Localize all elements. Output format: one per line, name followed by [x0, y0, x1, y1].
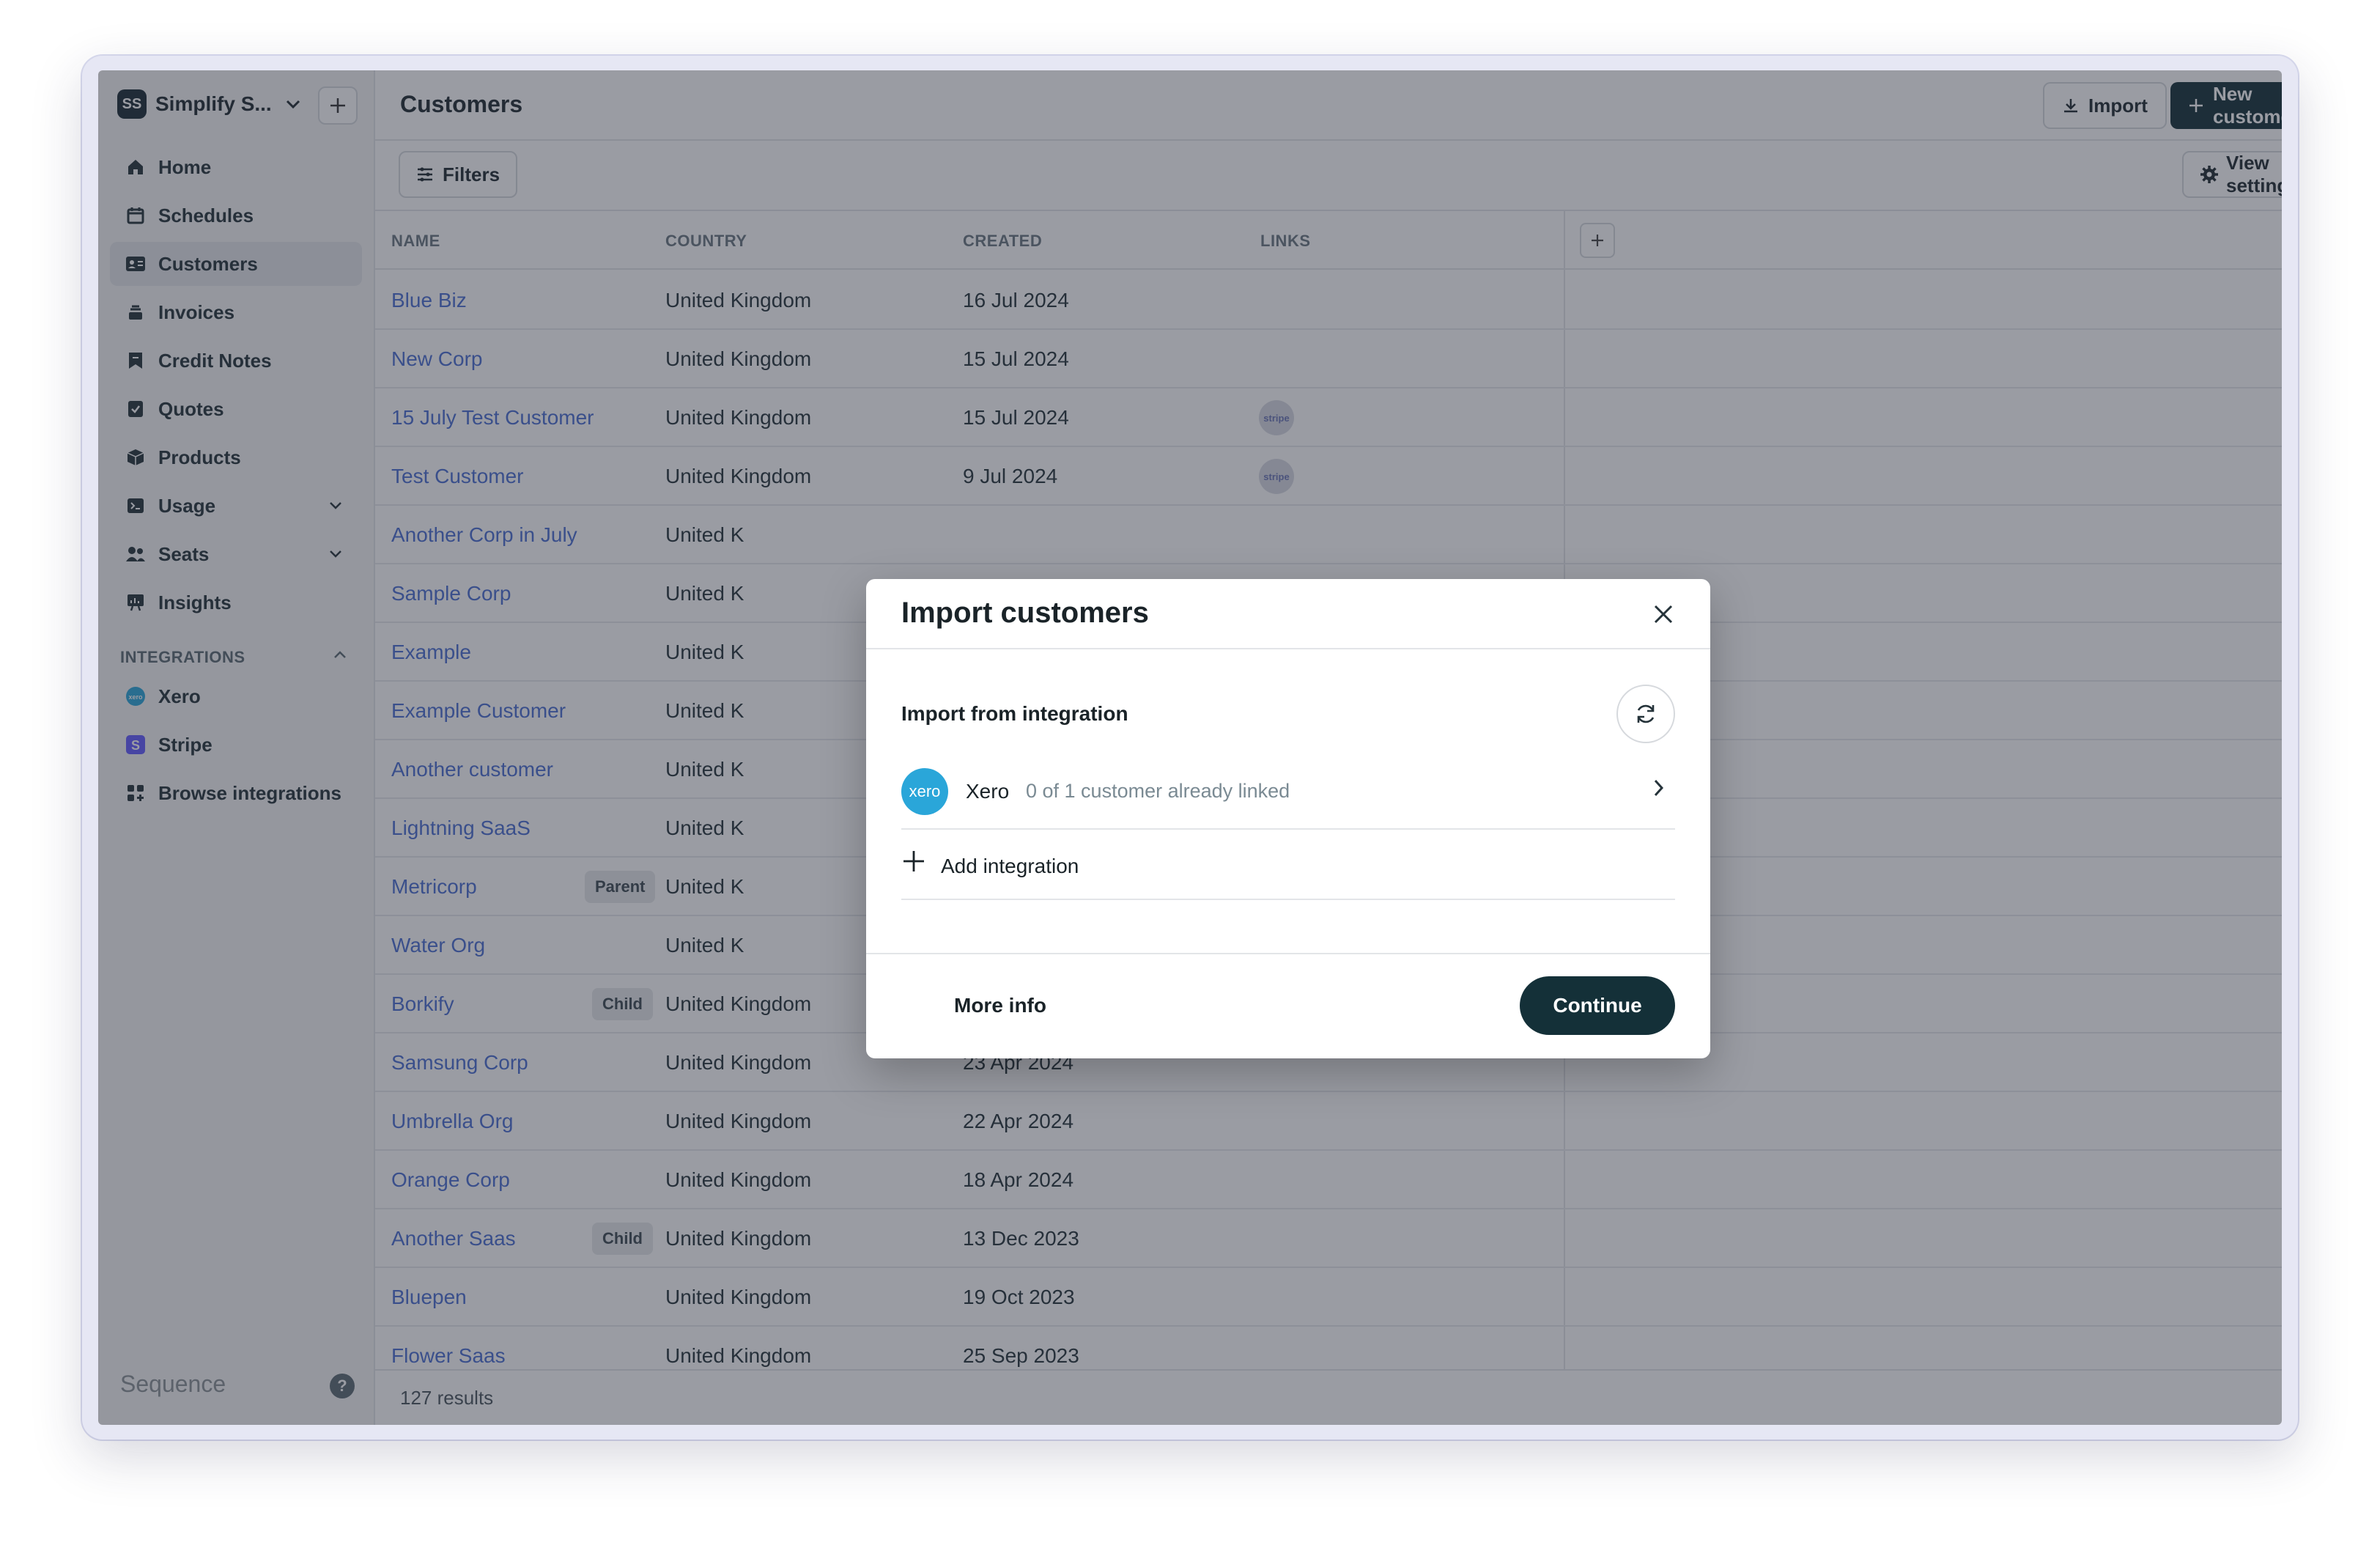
xero-integration-row[interactable]: xero Xero 0 of 1 customer already linked: [901, 755, 1675, 830]
import-customers-dialog: Import customers Import from integration…: [866, 579, 1710, 1058]
refresh-icon: [1633, 701, 1658, 726]
add-integration-label: Add integration: [941, 855, 1079, 877]
dialog-footer: More info Continue: [866, 953, 1710, 1058]
xero-logo: xero: [901, 768, 948, 815]
more-info-link[interactable]: More info: [954, 994, 1046, 1017]
chevron-right-icon: [1653, 778, 1665, 801]
plus-icon: [901, 847, 926, 880]
add-integration-row[interactable]: Add integration: [901, 830, 1675, 900]
close-icon[interactable]: [1647, 598, 1679, 630]
integration-name: Xero: [966, 780, 1010, 803]
integration-status: 0 of 1 customer already linked: [1026, 780, 1290, 802]
refresh-button[interactable]: [1616, 685, 1675, 743]
continue-button[interactable]: Continue: [1520, 976, 1675, 1035]
dialog-subtitle: Import from integration: [901, 702, 1128, 725]
app-window: SS Simplify S... Home Schedules Customer…: [98, 70, 2282, 1425]
dialog-title: Import customers: [901, 597, 1149, 629]
dialog-header: Import customers: [866, 579, 1710, 649]
